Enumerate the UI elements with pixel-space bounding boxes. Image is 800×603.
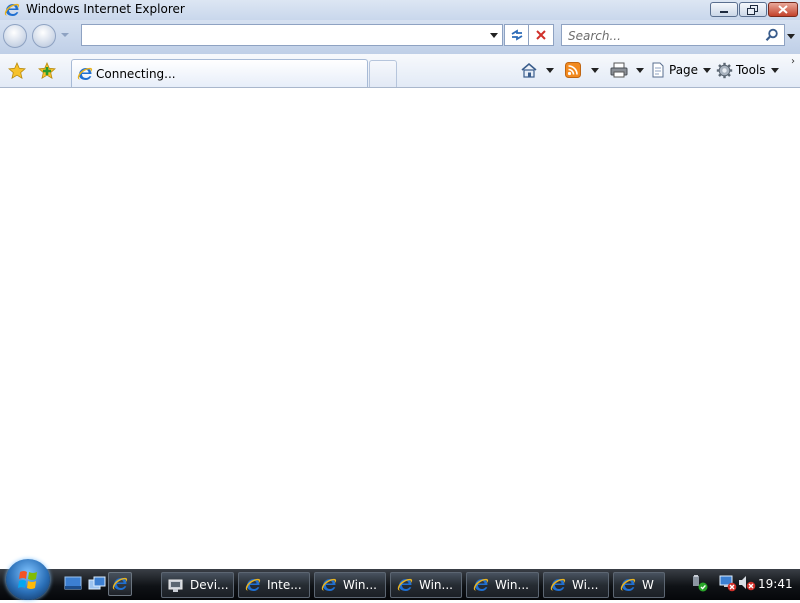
add-favorite-icon[interactable]	[38, 62, 56, 80]
address-toolbar	[0, 20, 800, 54]
taskbar-button-label: Win...	[343, 578, 377, 592]
volume-muted-icon[interactable]	[738, 574, 756, 592]
chevron-down-icon	[703, 67, 712, 73]
ie-icon	[321, 577, 337, 593]
page-menu-button[interactable]: Page	[650, 60, 712, 80]
taskbar-button-label: Wi...	[572, 578, 599, 592]
taskbar-button-label: Inte...	[267, 578, 302, 592]
ie-icon	[473, 577, 489, 593]
tab-connecting[interactable]: Connecting...	[71, 59, 368, 87]
page-icon	[652, 62, 664, 78]
recent-pages-dropdown-icon[interactable]	[61, 33, 69, 37]
taskbar-button-label: W	[642, 578, 654, 592]
taskbar-button-ie-1[interactable]: Inte...	[238, 572, 310, 598]
address-dropdown-icon[interactable]	[490, 33, 498, 38]
chevron-down-icon	[770, 67, 779, 73]
chevron-down-icon	[636, 67, 644, 73]
window-title: Windows Internet Explorer	[26, 2, 185, 16]
search-box[interactable]	[561, 24, 785, 46]
feeds-button[interactable]	[565, 60, 581, 80]
new-tab-button[interactable]	[369, 60, 397, 87]
taskbar-button-ie-5[interactable]: Wi...	[543, 572, 609, 598]
home-dropdown[interactable]	[546, 60, 554, 80]
refresh-icon	[511, 29, 522, 41]
ie-icon	[245, 577, 261, 593]
taskbar-button-ie-2[interactable]: Win...	[314, 572, 386, 598]
favorites-star-icon[interactable]	[8, 62, 26, 80]
page-content[interactable]	[0, 88, 800, 569]
taskbar-button-label: Win...	[419, 578, 453, 592]
back-button[interactable]	[3, 24, 27, 48]
gear-icon	[716, 62, 733, 78]
tools-menu-button[interactable]: Tools	[716, 60, 779, 80]
close-icon	[778, 5, 788, 14]
taskbar-button-label: Win...	[495, 578, 529, 592]
ie-icon	[397, 577, 413, 593]
switch-windows-icon[interactable]	[88, 575, 106, 591]
chevron-down-icon	[546, 67, 554, 73]
taskbar-button-ie-4[interactable]: Win...	[466, 572, 539, 598]
device-manager-icon	[168, 579, 183, 592]
taskbar-button-ie-6[interactable]: W	[613, 572, 665, 598]
restore-button[interactable]	[739, 2, 767, 17]
rss-feed-icon	[565, 62, 581, 78]
address-field[interactable]	[81, 24, 503, 46]
windows-logo-icon	[18, 571, 37, 589]
feeds-dropdown[interactable]	[591, 60, 599, 80]
stop-icon	[536, 30, 546, 40]
home-button[interactable]	[520, 60, 538, 80]
command-bar: Connecting... Page Tools	[0, 54, 800, 88]
tools-menu-label: Tools	[736, 63, 766, 77]
page-menu-label: Page	[669, 63, 699, 77]
chevron-down-icon	[591, 67, 599, 73]
taskbar-button-device-manager[interactable]: Devi...	[161, 572, 234, 598]
network-disconnected-icon[interactable]	[719, 574, 737, 592]
tab-label: Connecting...	[96, 67, 176, 81]
quick-launch-ie-button[interactable]	[108, 572, 132, 596]
print-dropdown[interactable]	[636, 60, 644, 80]
ie-icon	[112, 576, 128, 592]
stop-button[interactable]	[529, 24, 554, 46]
print-icon	[610, 62, 628, 78]
ie-logo-icon	[4, 2, 20, 18]
close-window-button[interactable]	[768, 2, 798, 17]
search-options-dropdown-icon[interactable]	[787, 34, 795, 39]
toolbar-overflow-chevron-icon[interactable]: ›	[791, 56, 795, 67]
title-bar[interactable]: Windows Internet Explorer	[0, 0, 800, 20]
print-button[interactable]	[610, 60, 628, 80]
home-icon	[521, 62, 537, 78]
start-button[interactable]	[6, 559, 50, 600]
show-desktop-icon[interactable]	[64, 575, 82, 591]
taskbar-button-label: Devi...	[190, 578, 229, 592]
minimize-button[interactable]	[710, 2, 738, 17]
search-icon[interactable]	[765, 28, 779, 42]
restore-icon	[747, 4, 758, 15]
taskbar-button-ie-3[interactable]: Win...	[390, 572, 462, 598]
ie-icon	[620, 577, 636, 593]
minimize-icon	[720, 10, 728, 13]
ie-page-icon	[77, 66, 93, 82]
windows-security-icon[interactable]	[691, 574, 709, 592]
refresh-button[interactable]	[504, 24, 529, 46]
ie-icon	[550, 577, 566, 593]
system-clock[interactable]: 19:41	[758, 577, 793, 591]
search-input[interactable]	[566, 28, 760, 44]
forward-button[interactable]	[32, 24, 56, 48]
